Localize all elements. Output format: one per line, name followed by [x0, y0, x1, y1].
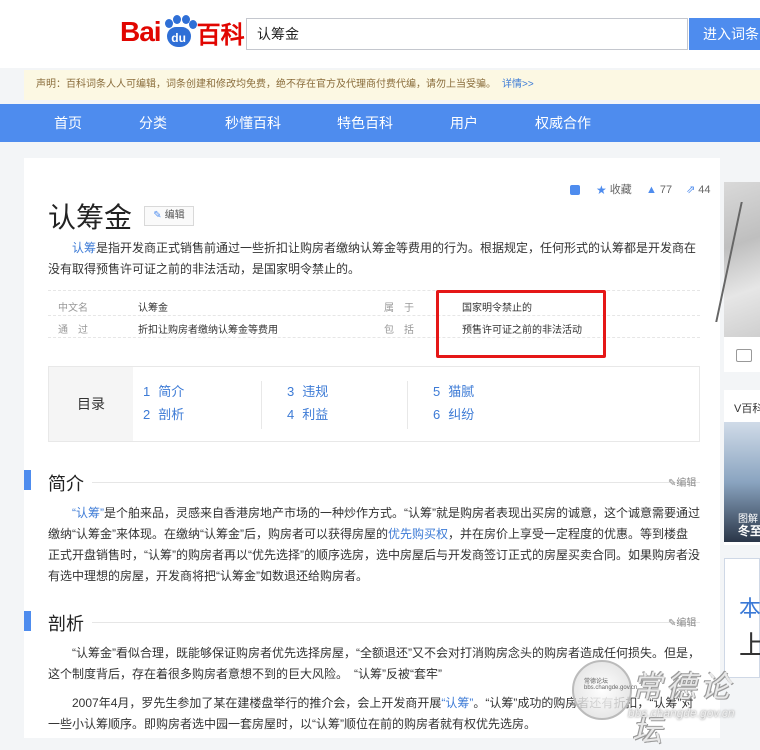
toc-item[interactable]: 6 纠纷: [433, 404, 474, 423]
forum-watermark: 常德论坛 bbs.changde.gov.cn 常德论坛 bbs.changde…: [572, 656, 760, 749]
edit-button[interactable]: ✎ 编辑: [144, 206, 194, 226]
section-marker: [24, 611, 31, 631]
summary-text: 是指开发商正式销售前通过一些折扣让购房者缴纳认筹金等费用的行为。根据规定，任何形…: [48, 241, 697, 276]
main-nav: 首页 分类 秒懂百科 特色百科 用户 权威合作: [0, 104, 760, 142]
toc-num: 5: [433, 384, 441, 399]
promo-text-1: 本: [739, 596, 760, 621]
logo-bai: Bai: [120, 16, 162, 47]
nav-item-authority[interactable]: 权威合作: [535, 104, 591, 142]
toc-num: 3: [287, 384, 295, 399]
forum-seal-logo: 常德论坛 bbs.changde.gov.cn: [572, 660, 637, 720]
edit-label: 编辑: [164, 210, 185, 221]
logo-du: du: [166, 27, 191, 47]
analysis-link-rencou[interactable]: “认筹”: [441, 696, 473, 710]
toc-num: 4: [287, 407, 295, 422]
header: Bai du 百科 认筹金 进入词条: [0, 0, 760, 68]
star-icon: ★: [596, 183, 607, 197]
section-divider: [92, 482, 700, 483]
section-title-intro: 简介: [48, 474, 84, 494]
nav-item-user[interactable]: 用户: [450, 104, 478, 142]
logo-baike: 百科: [196, 21, 245, 49]
search-input[interactable]: 认筹金: [246, 18, 688, 50]
info-label: 通 过: [58, 325, 88, 336]
sidebar-album[interactable]: [715, 182, 760, 372]
nav-item-home[interactable]: 首页: [54, 104, 82, 142]
info-label: 属 于: [384, 303, 414, 314]
enter-entry-button[interactable]: 进入词条: [689, 18, 760, 50]
toc-item[interactable]: 3 违规: [287, 381, 328, 400]
vbaike-label: V百科: [734, 403, 760, 415]
table-of-contents: 目录 1 简介 2 剖析 3 违规 4 利益 5 猫腻 6 纠纷: [48, 366, 700, 442]
page-title: 认筹金: [48, 202, 133, 233]
toc-num: 2: [143, 407, 151, 422]
section-edit-label: 编辑: [676, 478, 697, 489]
toc-label: 剖析: [158, 407, 185, 422]
notice-bar: 声明：百科词条人人可编辑，词条创建和修改均免费，绝不存在官方及代理商付费代编，请…: [24, 70, 760, 100]
notice-detail-link[interactable]: 详情>>: [502, 79, 534, 90]
toc-label: 猫腻: [448, 384, 475, 399]
toc-num: 6: [433, 407, 441, 422]
watermark-url: bbs.changde.gov.cn: [628, 706, 735, 720]
intro-link-rencou[interactable]: “认筹”: [72, 506, 104, 520]
intro-paragraph: “认筹”是个舶来品，灵感来自香港房地产市场的一种炒作方式。“认筹”就是购房者表现…: [48, 503, 700, 587]
summary-link-rencou[interactable]: 认筹: [72, 241, 96, 255]
toc-item[interactable]: 2 剖析: [143, 404, 184, 423]
share-count: 44: [698, 184, 711, 196]
sidebar-vbaike[interactable]: V百科 图解 冬至: [724, 390, 760, 545]
section-title-analysis: 剖析: [48, 614, 84, 634]
intro-link-priority[interactable]: 优先购买权: [388, 527, 448, 541]
info-value: 认筹金: [138, 303, 168, 314]
toc-label: 简介: [158, 384, 185, 399]
toc-separator: [261, 381, 262, 429]
toc-item[interactable]: 4 利益: [287, 404, 328, 423]
paw-icon: du: [162, 15, 197, 49]
picture-icon[interactable]: [736, 349, 752, 362]
toc-label: 违规: [302, 384, 329, 399]
plus-icon: [570, 185, 580, 195]
nav-item-miaodong[interactable]: 秒懂百科: [225, 104, 281, 142]
section-edit-button[interactable]: ✎编辑: [668, 614, 696, 629]
highlight-annotation: [436, 290, 606, 358]
nav-item-category[interactable]: 分类: [139, 104, 167, 142]
thumbs-up-icon: ▲: [646, 184, 657, 196]
vbaike-caption: 冬至: [738, 524, 760, 538]
toc-item[interactable]: 5 猫腻: [433, 381, 474, 400]
analysis-text-a: 2007年4月，罗先生参加了某在建楼盘举行的推介会，会上开发商开展: [72, 696, 442, 710]
toc-label: 利益: [302, 407, 329, 422]
toc-label: 纠纷: [448, 407, 475, 422]
toc-item[interactable]: 1 简介: [143, 381, 184, 400]
collect-label: 收藏: [609, 184, 632, 196]
info-label: 包 括: [384, 325, 414, 336]
section-edit-label: 编辑: [676, 618, 697, 629]
toc-heading: 目录: [49, 367, 133, 441]
summary-paragraph: 认筹是指开发商正式销售前通过一些折扣让购房者缴纳认筹金等费用的行为。根据规定，任…: [48, 238, 698, 280]
section-edit-button[interactable]: ✎编辑: [668, 474, 696, 489]
share-icon: ⇗: [686, 184, 696, 196]
seal-text: 常德论坛 bbs.changde.gov.cn: [584, 679, 638, 691]
add-button[interactable]: [570, 182, 580, 198]
section-marker: [24, 470, 31, 490]
nav-item-special[interactable]: 特色百科: [337, 104, 393, 142]
like-button[interactable]: ▲ 77: [646, 182, 672, 198]
section-divider: [92, 622, 700, 623]
info-value: 折扣让购房者缴纳认筹金等费用: [138, 325, 278, 336]
share-button[interactable]: ⇗ 44: [686, 182, 710, 198]
like-count: 77: [659, 184, 673, 196]
baidu-baike-logo[interactable]: Bai du 百科: [120, 12, 245, 52]
toc-separator: [407, 381, 408, 429]
pencil-icon: ✎: [153, 210, 162, 221]
info-label: 中文名: [58, 303, 88, 314]
notice-text: 声明：百科词条人人可编辑，词条创建和修改均免费，绝不存在官方及代理商付费代编，请…: [36, 79, 496, 90]
toc-num: 1: [143, 384, 151, 399]
collect-button[interactable]: ★ 收藏: [596, 182, 632, 198]
